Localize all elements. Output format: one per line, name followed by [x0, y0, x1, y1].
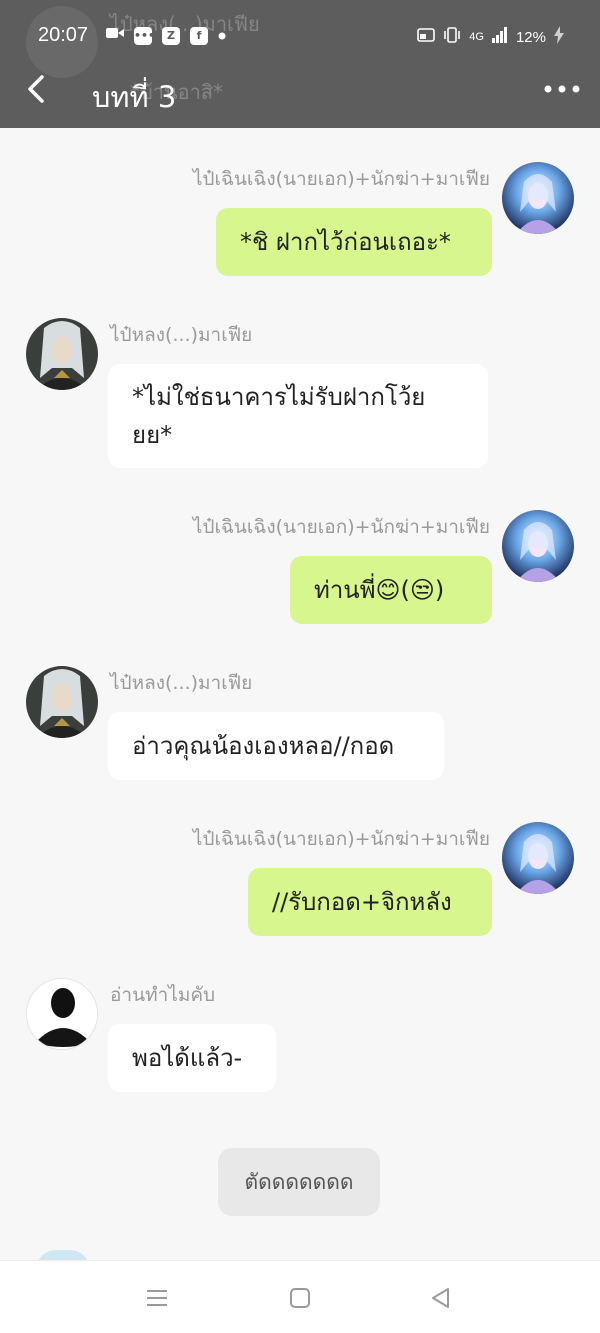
- charging-icon: [554, 26, 564, 48]
- sender-name: ไป๋หลง(...)มาเฟีย: [110, 324, 253, 346]
- more-options-icon[interactable]: [542, 80, 582, 98]
- message-bubble[interactable]: อ่าวคุณน้องเองหลอ//กอด: [108, 712, 444, 780]
- system-navigation-bar: [0, 1260, 600, 1333]
- signal-icon: [491, 27, 508, 47]
- cast-icon: [417, 28, 436, 46]
- message-bubble[interactable]: พอได้แล้ว-: [108, 1024, 276, 1092]
- back-icon[interactable]: [22, 72, 54, 106]
- facebook-icon: f: [190, 26, 208, 45]
- sender-name: ไป๋เฉินเฉิง(นายเอก)+นักฆ่า+มาเฟีย: [192, 516, 490, 538]
- network-type: 4G: [469, 31, 484, 43]
- sender-name: อ่านทำไมคับ: [110, 984, 216, 1006]
- vibrate-icon: [443, 27, 461, 47]
- avatar-white-haired[interactable]: [26, 318, 98, 390]
- sender-name: ไป๋หลง(...)มาเฟีย: [110, 672, 253, 694]
- sender-name: ไป๋เฉินเฉิง(นายเอก)+นักฆ่า+มาเฟีย: [192, 168, 490, 190]
- zalo-icon: Z: [162, 26, 180, 45]
- video-camera-icon: [106, 26, 124, 45]
- home-square-icon[interactable]: [287, 1285, 313, 1311]
- message-bubble[interactable]: *ไม่ใช่ธนาคารไม่รับฝากโว้ย ยย*: [108, 364, 488, 468]
- back-triangle-icon[interactable]: [428, 1285, 454, 1311]
- avatar-mage[interactable]: [502, 162, 574, 234]
- menu-icon[interactable]: [144, 1285, 170, 1311]
- avatar-mage[interactable]: [502, 510, 574, 582]
- message-bubble[interactable]: ท่านพี่😊(😒): [290, 556, 492, 624]
- system-message-chip: ตัดดดดดดด: [218, 1148, 380, 1216]
- sender-name: ไป๋เฉินเฉิง(นายเอก)+นักฆ่า+มาเฟีย: [192, 828, 490, 850]
- avatar-mage[interactable]: [502, 822, 574, 894]
- avatar-white-haired[interactable]: [26, 666, 98, 738]
- line-icon: •••: [134, 26, 155, 45]
- status-app-icons: ••• Z f: [106, 26, 226, 45]
- dot-icon: [218, 27, 226, 45]
- status-right: 4G 12%: [417, 26, 564, 48]
- status-time: 20:07: [38, 24, 89, 46]
- top-app-bar: ไป๋หลง(...)มาเฟีย *บ้านอาสิ* 20:07 ••• Z…: [0, 0, 600, 128]
- battery-level: 12%: [515, 28, 546, 46]
- message-bubble[interactable]: //รับกอด+จิกหลัง: [248, 868, 492, 936]
- message-bubble[interactable]: *ชิ ฝากไว้ก่อนเถอะ*: [216, 208, 492, 276]
- page-title: บทที่ 3: [92, 80, 177, 114]
- avatar-silhouette[interactable]: [26, 978, 98, 1050]
